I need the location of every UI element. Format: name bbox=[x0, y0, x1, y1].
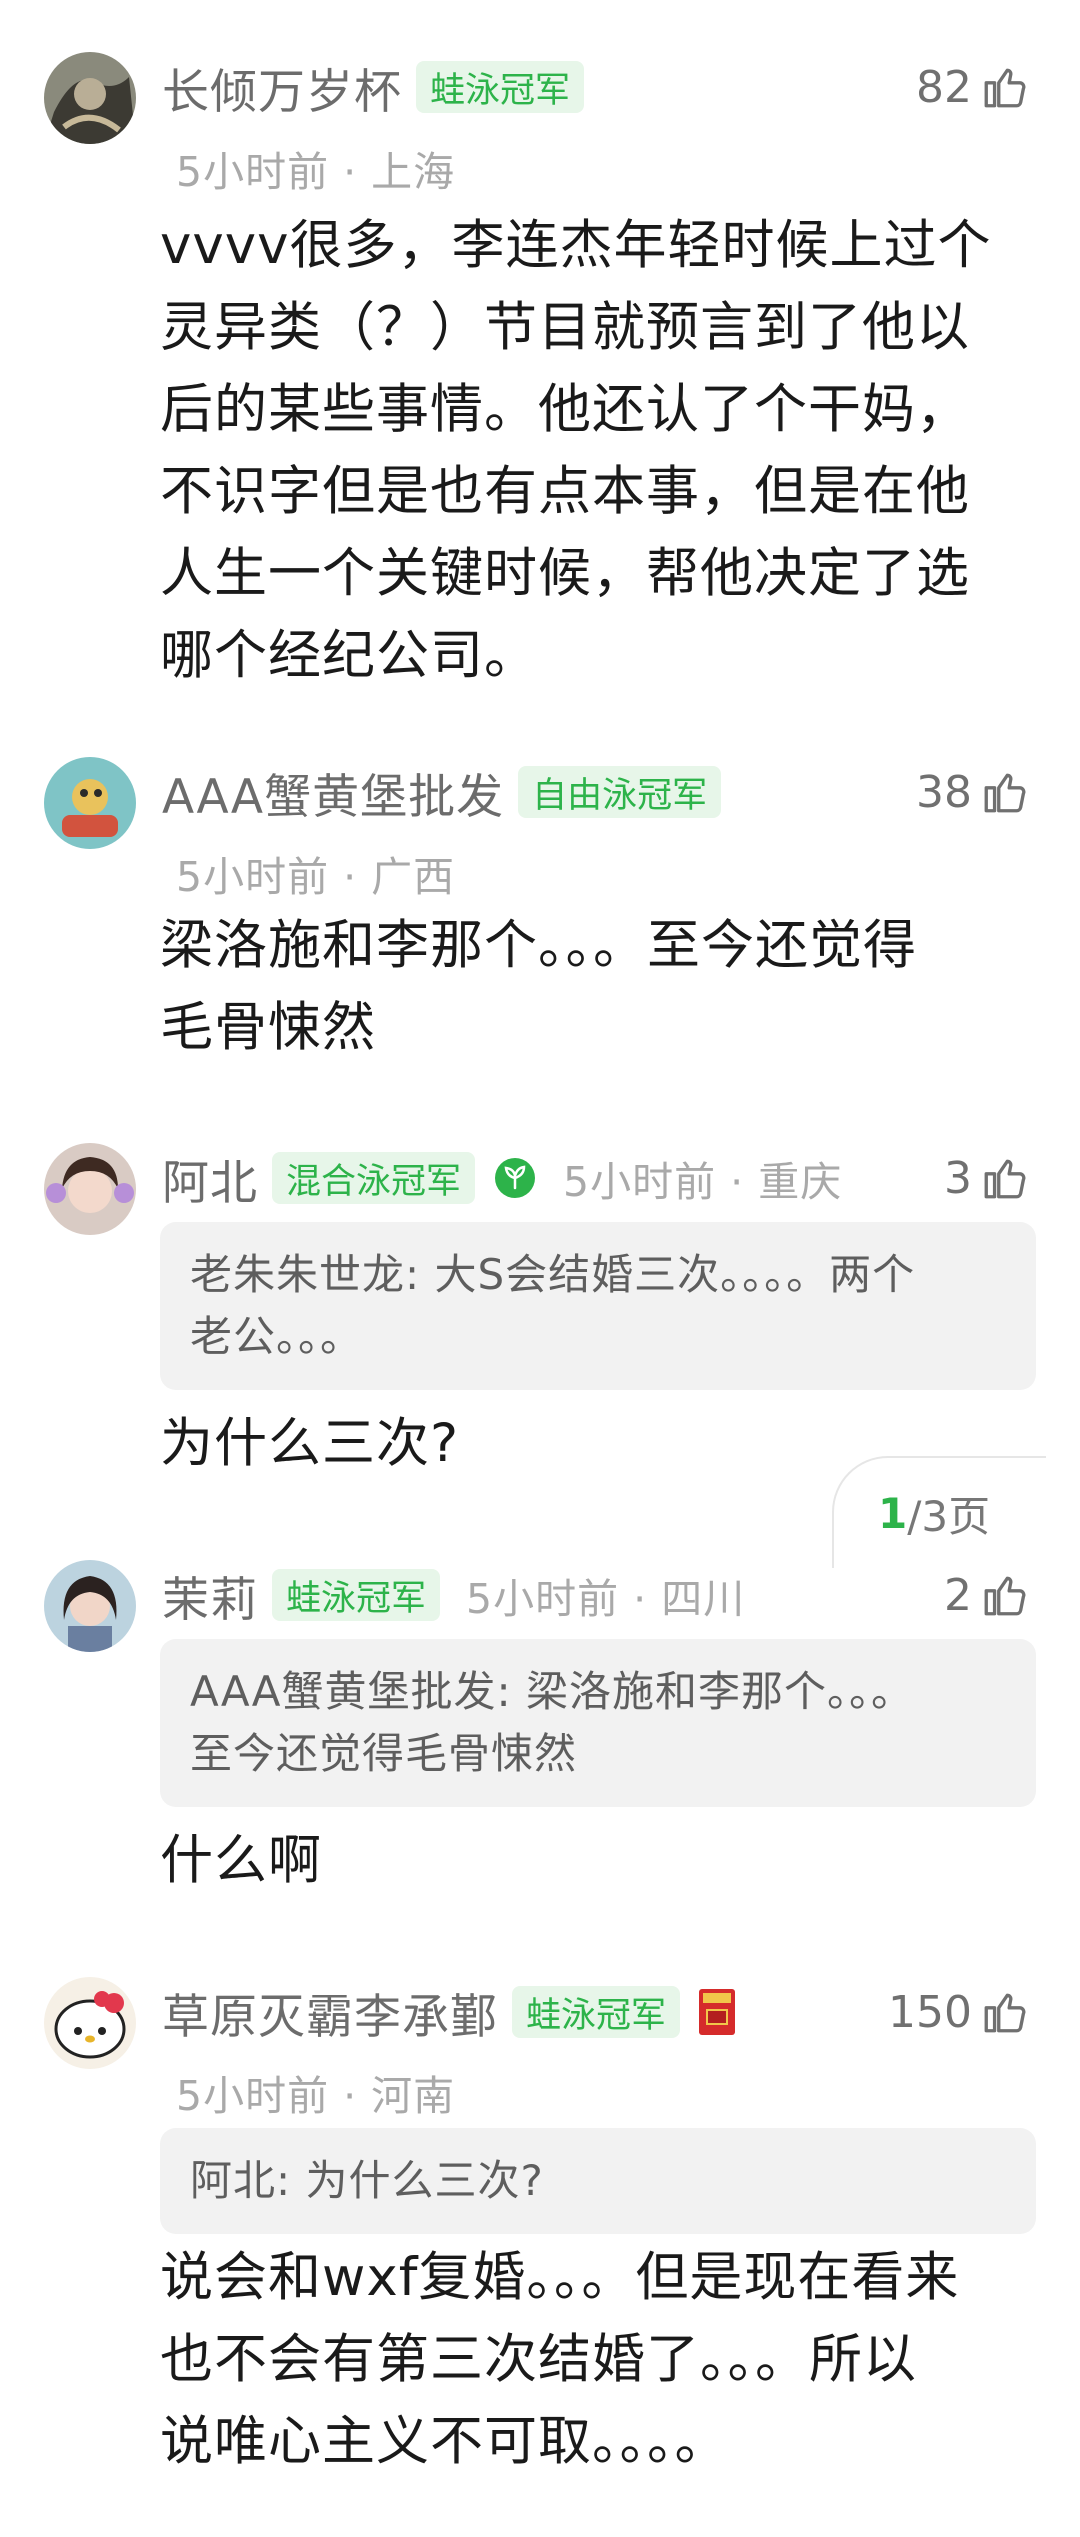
comment-line: 梁洛施和李那个。。。至今还觉得 bbox=[160, 915, 917, 976]
comment-header: 草原灭霸李承鄞 蛙泳冠军 bbox=[162, 1977, 736, 2047]
time-location: 5小时前 · 重庆 bbox=[563, 1158, 843, 1206]
like-count: 2 bbox=[944, 1569, 972, 1621]
comment-header: 长倾万岁杯 蛙泳冠军 bbox=[162, 52, 585, 122]
rank-badge: 自由泳冠军 bbox=[518, 766, 722, 818]
comment-line: vvvv很多，李连杰年轻时候上过个 bbox=[160, 215, 992, 276]
like-count: 82 bbox=[916, 61, 972, 113]
avatar[interactable] bbox=[44, 52, 136, 144]
page-total: /3页 bbox=[907, 1491, 991, 1541]
comment-line: 说唯心主义不可取。。。。 bbox=[160, 2411, 729, 2472]
comment-line: 也不会有第三次结婚了。。。所以 bbox=[160, 2329, 917, 2390]
comment-text: 说会和wxf复婚。。。但是现在看来 也不会有第三次结婚了。。。所以 说唯心主义不… bbox=[160, 2237, 1020, 2483]
like-count: 3 bbox=[944, 1152, 972, 1204]
quoted-reply[interactable]: 老朱朱世龙: 大S会结婚三次。。。。两个 老公。。。 bbox=[160, 1222, 1036, 1390]
comment-line: 毛骨悚然 bbox=[160, 997, 376, 1058]
avatar[interactable] bbox=[44, 1143, 136, 1235]
quote-line: 至今还觉得毛骨悚然 bbox=[190, 1729, 578, 1778]
thumb-up-icon bbox=[984, 68, 1026, 108]
quote-line: 老公。。。 bbox=[190, 1312, 364, 1361]
quoted-reply[interactable]: AAA蟹黄堡批发: 梁洛施和李那个。。。 至今还觉得毛骨悚然 bbox=[160, 1639, 1036, 1807]
comment-text: vvvv很多，李连杰年轻时候上过个 灵异类（？）节目就预言到了他以 后的某些事情… bbox=[160, 205, 1020, 697]
book-icon bbox=[698, 1988, 736, 2036]
sprout-icon bbox=[493, 1156, 537, 1200]
rank-badge: 蛙泳冠军 bbox=[512, 1986, 681, 2038]
like-count: 38 bbox=[916, 766, 972, 818]
comment-header: 阿北 混合泳冠军 5小时前 · 重庆 bbox=[162, 1143, 842, 1213]
like-button[interactable]: 82 bbox=[916, 52, 1030, 122]
avatar[interactable] bbox=[44, 757, 136, 849]
comment-line: 后的某些事情。他还认了个干妈， bbox=[160, 379, 970, 440]
like-count: 150 bbox=[888, 1986, 972, 2038]
rank-badge: 蛙泳冠军 bbox=[416, 61, 585, 113]
comment-line: 什么啊 bbox=[160, 1830, 322, 1891]
username[interactable]: 茉莉 bbox=[162, 1561, 258, 1630]
thumb-up-icon bbox=[984, 1576, 1026, 1616]
time-location: 5小时前 · 上海 bbox=[176, 148, 456, 196]
quote-line: AAA蟹黄堡批发: 梁洛施和李那个。。。 bbox=[190, 1667, 915, 1716]
avatar[interactable] bbox=[44, 1977, 136, 2069]
like-button[interactable]: 38 bbox=[916, 757, 1030, 827]
username[interactable]: AAA蟹黄堡批发 bbox=[162, 758, 504, 827]
comment-line: 说会和wxf复婚。。。但是现在看来 bbox=[160, 2247, 960, 2308]
current-page: 1 bbox=[878, 1488, 908, 1538]
like-button[interactable]: 3 bbox=[944, 1143, 1030, 1213]
comment-line: 人生一个关键时候，帮他决定了选 bbox=[160, 543, 970, 604]
thumb-up-icon bbox=[984, 1993, 1026, 2033]
time-location: 5小时前 · 广西 bbox=[176, 853, 456, 901]
username[interactable]: 长倾万岁杯 bbox=[162, 53, 402, 122]
comment-line: 哪个经纪公司。 bbox=[160, 625, 538, 686]
quote-line: 老朱朱世龙: 大S会结婚三次。。。。两个 bbox=[190, 1250, 916, 1299]
comment-line: 灵异类（？）节目就预言到了他以 bbox=[160, 297, 970, 358]
comment-header: AAA蟹黄堡批发 自由泳冠军 bbox=[162, 757, 722, 827]
username[interactable]: 阿北 bbox=[162, 1144, 258, 1213]
rank-badge: 蛙泳冠军 bbox=[272, 1569, 441, 1621]
like-button[interactable]: 2 bbox=[944, 1560, 1030, 1630]
username[interactable]: 草原灭霸李承鄞 bbox=[162, 1978, 498, 2047]
like-button[interactable]: 150 bbox=[888, 1977, 1030, 2047]
time-location: 5小时前 · 四川 bbox=[466, 1575, 746, 1623]
thumb-up-icon bbox=[984, 773, 1026, 813]
comment-text: 什么啊 bbox=[160, 1820, 1020, 1902]
thumb-up-icon bbox=[984, 1159, 1026, 1199]
quoted-reply[interactable]: 阿北: 为什么三次? bbox=[160, 2128, 1036, 2234]
rank-badge: 混合泳冠军 bbox=[272, 1152, 476, 1204]
comment-line: 不识字但是也有点本事，但是在他 bbox=[160, 461, 970, 522]
page-indicator[interactable]: 1 /3页 bbox=[832, 1456, 1046, 1568]
comment-text: 梁洛施和李那个。。。至今还觉得 毛骨悚然 bbox=[160, 905, 1020, 1069]
avatar[interactable] bbox=[44, 1560, 136, 1652]
comment-header: 茉莉 蛙泳冠军 5小时前 · 四川 bbox=[162, 1560, 745, 1630]
time-location: 5小时前 · 河南 bbox=[176, 2072, 456, 2120]
quote-line: 阿北: 为什么三次? bbox=[190, 2156, 544, 2205]
